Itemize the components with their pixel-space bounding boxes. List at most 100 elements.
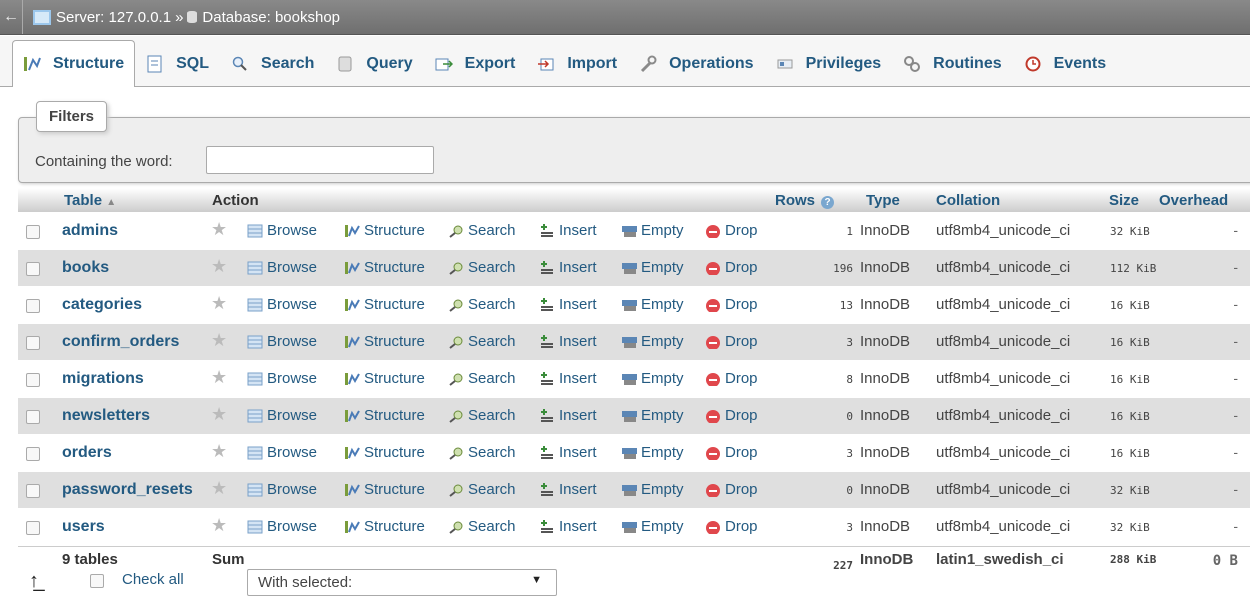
empty-action[interactable]: Empty bbox=[621, 444, 684, 461]
empty-action[interactable]: Empty bbox=[621, 518, 684, 535]
star-icon[interactable]: ★ bbox=[211, 330, 227, 351]
tab-search[interactable]: Search bbox=[220, 41, 325, 86]
drop-action[interactable]: Drop bbox=[705, 518, 758, 535]
browse-action[interactable]: Browse bbox=[247, 296, 317, 313]
with-selected-select[interactable]: With selected: ▼ bbox=[247, 569, 557, 596]
tab-operations[interactable]: Operations bbox=[628, 41, 764, 86]
browse-action[interactable]: Browse bbox=[247, 407, 317, 424]
table-name-link[interactable]: password_resets bbox=[62, 481, 193, 499]
structure-action[interactable]: Structure bbox=[344, 259, 425, 276]
tab-structure[interactable]: Structure bbox=[12, 40, 136, 87]
star-icon[interactable]: ★ bbox=[211, 256, 227, 277]
star-icon[interactable]: ★ bbox=[211, 219, 227, 240]
structure-action[interactable]: Structure bbox=[344, 222, 425, 239]
table-name-link[interactable]: books bbox=[62, 259, 109, 277]
check-all-checkbox[interactable] bbox=[90, 574, 104, 588]
header-rows[interactable]: Rows? bbox=[775, 192, 835, 209]
search-action[interactable]: Search bbox=[448, 444, 516, 461]
tab-events[interactable]: Events bbox=[1013, 41, 1117, 86]
tab-routines[interactable]: Routines bbox=[892, 41, 1012, 86]
browse-action[interactable]: Browse bbox=[247, 481, 317, 498]
browse-action[interactable]: Browse bbox=[247, 222, 317, 239]
breadcrumb-database[interactable]: Database: bookshop bbox=[187, 9, 340, 26]
check-all-label[interactable]: Check all bbox=[122, 571, 184, 588]
header-table-sort[interactable]: Table ▲ bbox=[64, 192, 116, 209]
search-action[interactable]: Search bbox=[448, 259, 516, 276]
empty-action[interactable]: Empty bbox=[621, 333, 684, 350]
filter-input[interactable] bbox=[206, 146, 434, 174]
insert-action[interactable]: Insert bbox=[539, 518, 597, 535]
collapse-navigation-arrow-icon[interactable]: ← bbox=[0, 0, 23, 34]
table-name-link[interactable]: admins bbox=[62, 222, 118, 240]
structure-action[interactable]: Structure bbox=[344, 370, 425, 387]
header-size[interactable]: Size bbox=[1109, 192, 1139, 209]
row-checkbox[interactable] bbox=[26, 336, 40, 350]
browse-action[interactable]: Browse bbox=[247, 444, 317, 461]
table-name-link[interactable]: orders bbox=[62, 444, 112, 462]
search-action[interactable]: Search bbox=[448, 333, 516, 350]
tab-sql[interactable]: SQL bbox=[135, 41, 220, 86]
empty-action[interactable]: Empty bbox=[621, 296, 684, 313]
search-action[interactable]: Search bbox=[448, 370, 516, 387]
insert-action[interactable]: Insert bbox=[539, 370, 597, 387]
structure-action[interactable]: Structure bbox=[344, 296, 425, 313]
structure-action[interactable]: Structure bbox=[344, 333, 425, 350]
drop-action[interactable]: Drop bbox=[705, 370, 758, 387]
empty-action[interactable]: Empty bbox=[621, 222, 684, 239]
table-name-link[interactable]: migrations bbox=[62, 370, 144, 388]
insert-action[interactable]: Insert bbox=[539, 444, 597, 461]
row-checkbox[interactable] bbox=[26, 484, 40, 498]
row-checkbox[interactable] bbox=[26, 447, 40, 461]
drop-action[interactable]: Drop bbox=[705, 481, 758, 498]
star-icon[interactable]: ★ bbox=[211, 515, 227, 536]
insert-action[interactable]: Insert bbox=[539, 259, 597, 276]
insert-action[interactable]: Insert bbox=[539, 481, 597, 498]
search-action[interactable]: Search bbox=[448, 481, 516, 498]
drop-action[interactable]: Drop bbox=[705, 407, 758, 424]
star-icon[interactable]: ★ bbox=[211, 293, 227, 314]
table-name-link[interactable]: confirm_orders bbox=[62, 333, 179, 351]
row-checkbox[interactable] bbox=[26, 299, 40, 313]
structure-action[interactable]: Structure bbox=[344, 518, 425, 535]
row-checkbox[interactable] bbox=[26, 410, 40, 424]
empty-action[interactable]: Empty bbox=[621, 481, 684, 498]
table-name-link[interactable]: categories bbox=[62, 296, 142, 314]
row-checkbox[interactable] bbox=[26, 373, 40, 387]
table-name-link[interactable]: newsletters bbox=[62, 407, 150, 425]
header-type[interactable]: Type bbox=[866, 192, 900, 209]
tab-export[interactable]: Export bbox=[424, 41, 527, 86]
tab-privileges[interactable]: Privileges bbox=[765, 41, 893, 86]
browse-action[interactable]: Browse bbox=[247, 259, 317, 276]
tab-import[interactable]: Import bbox=[526, 41, 628, 86]
search-action[interactable]: Search bbox=[448, 222, 516, 239]
empty-action[interactable]: Empty bbox=[621, 370, 684, 387]
tab-query[interactable]: Query bbox=[325, 41, 423, 86]
search-action[interactable]: Search bbox=[448, 518, 516, 535]
structure-action[interactable]: Structure bbox=[344, 444, 425, 461]
drop-action[interactable]: Drop bbox=[705, 259, 758, 276]
search-action[interactable]: Search bbox=[448, 407, 516, 424]
insert-action[interactable]: Insert bbox=[539, 407, 597, 424]
browse-action[interactable]: Browse bbox=[247, 333, 317, 350]
drop-action[interactable]: Drop bbox=[705, 222, 758, 239]
structure-action[interactable]: Structure bbox=[344, 481, 425, 498]
help-icon[interactable]: ? bbox=[821, 196, 835, 209]
star-icon[interactable]: ★ bbox=[211, 404, 227, 425]
drop-action[interactable]: Drop bbox=[705, 333, 758, 350]
empty-action[interactable]: Empty bbox=[621, 407, 684, 424]
search-action[interactable]: Search bbox=[448, 296, 516, 313]
breadcrumb-server[interactable]: Server: 127.0.0.1 bbox=[33, 9, 171, 26]
insert-action[interactable]: Insert bbox=[539, 296, 597, 313]
star-icon[interactable]: ★ bbox=[211, 478, 227, 499]
browse-action[interactable]: Browse bbox=[247, 370, 317, 387]
insert-action[interactable]: Insert bbox=[539, 222, 597, 239]
empty-action[interactable]: Empty bbox=[621, 259, 684, 276]
star-icon[interactable]: ★ bbox=[211, 441, 227, 462]
row-checkbox[interactable] bbox=[26, 262, 40, 276]
row-checkbox[interactable] bbox=[26, 521, 40, 535]
insert-action[interactable]: Insert bbox=[539, 333, 597, 350]
drop-action[interactable]: Drop bbox=[705, 296, 758, 313]
structure-action[interactable]: Structure bbox=[344, 407, 425, 424]
browse-action[interactable]: Browse bbox=[247, 518, 317, 535]
drop-action[interactable]: Drop bbox=[705, 444, 758, 461]
